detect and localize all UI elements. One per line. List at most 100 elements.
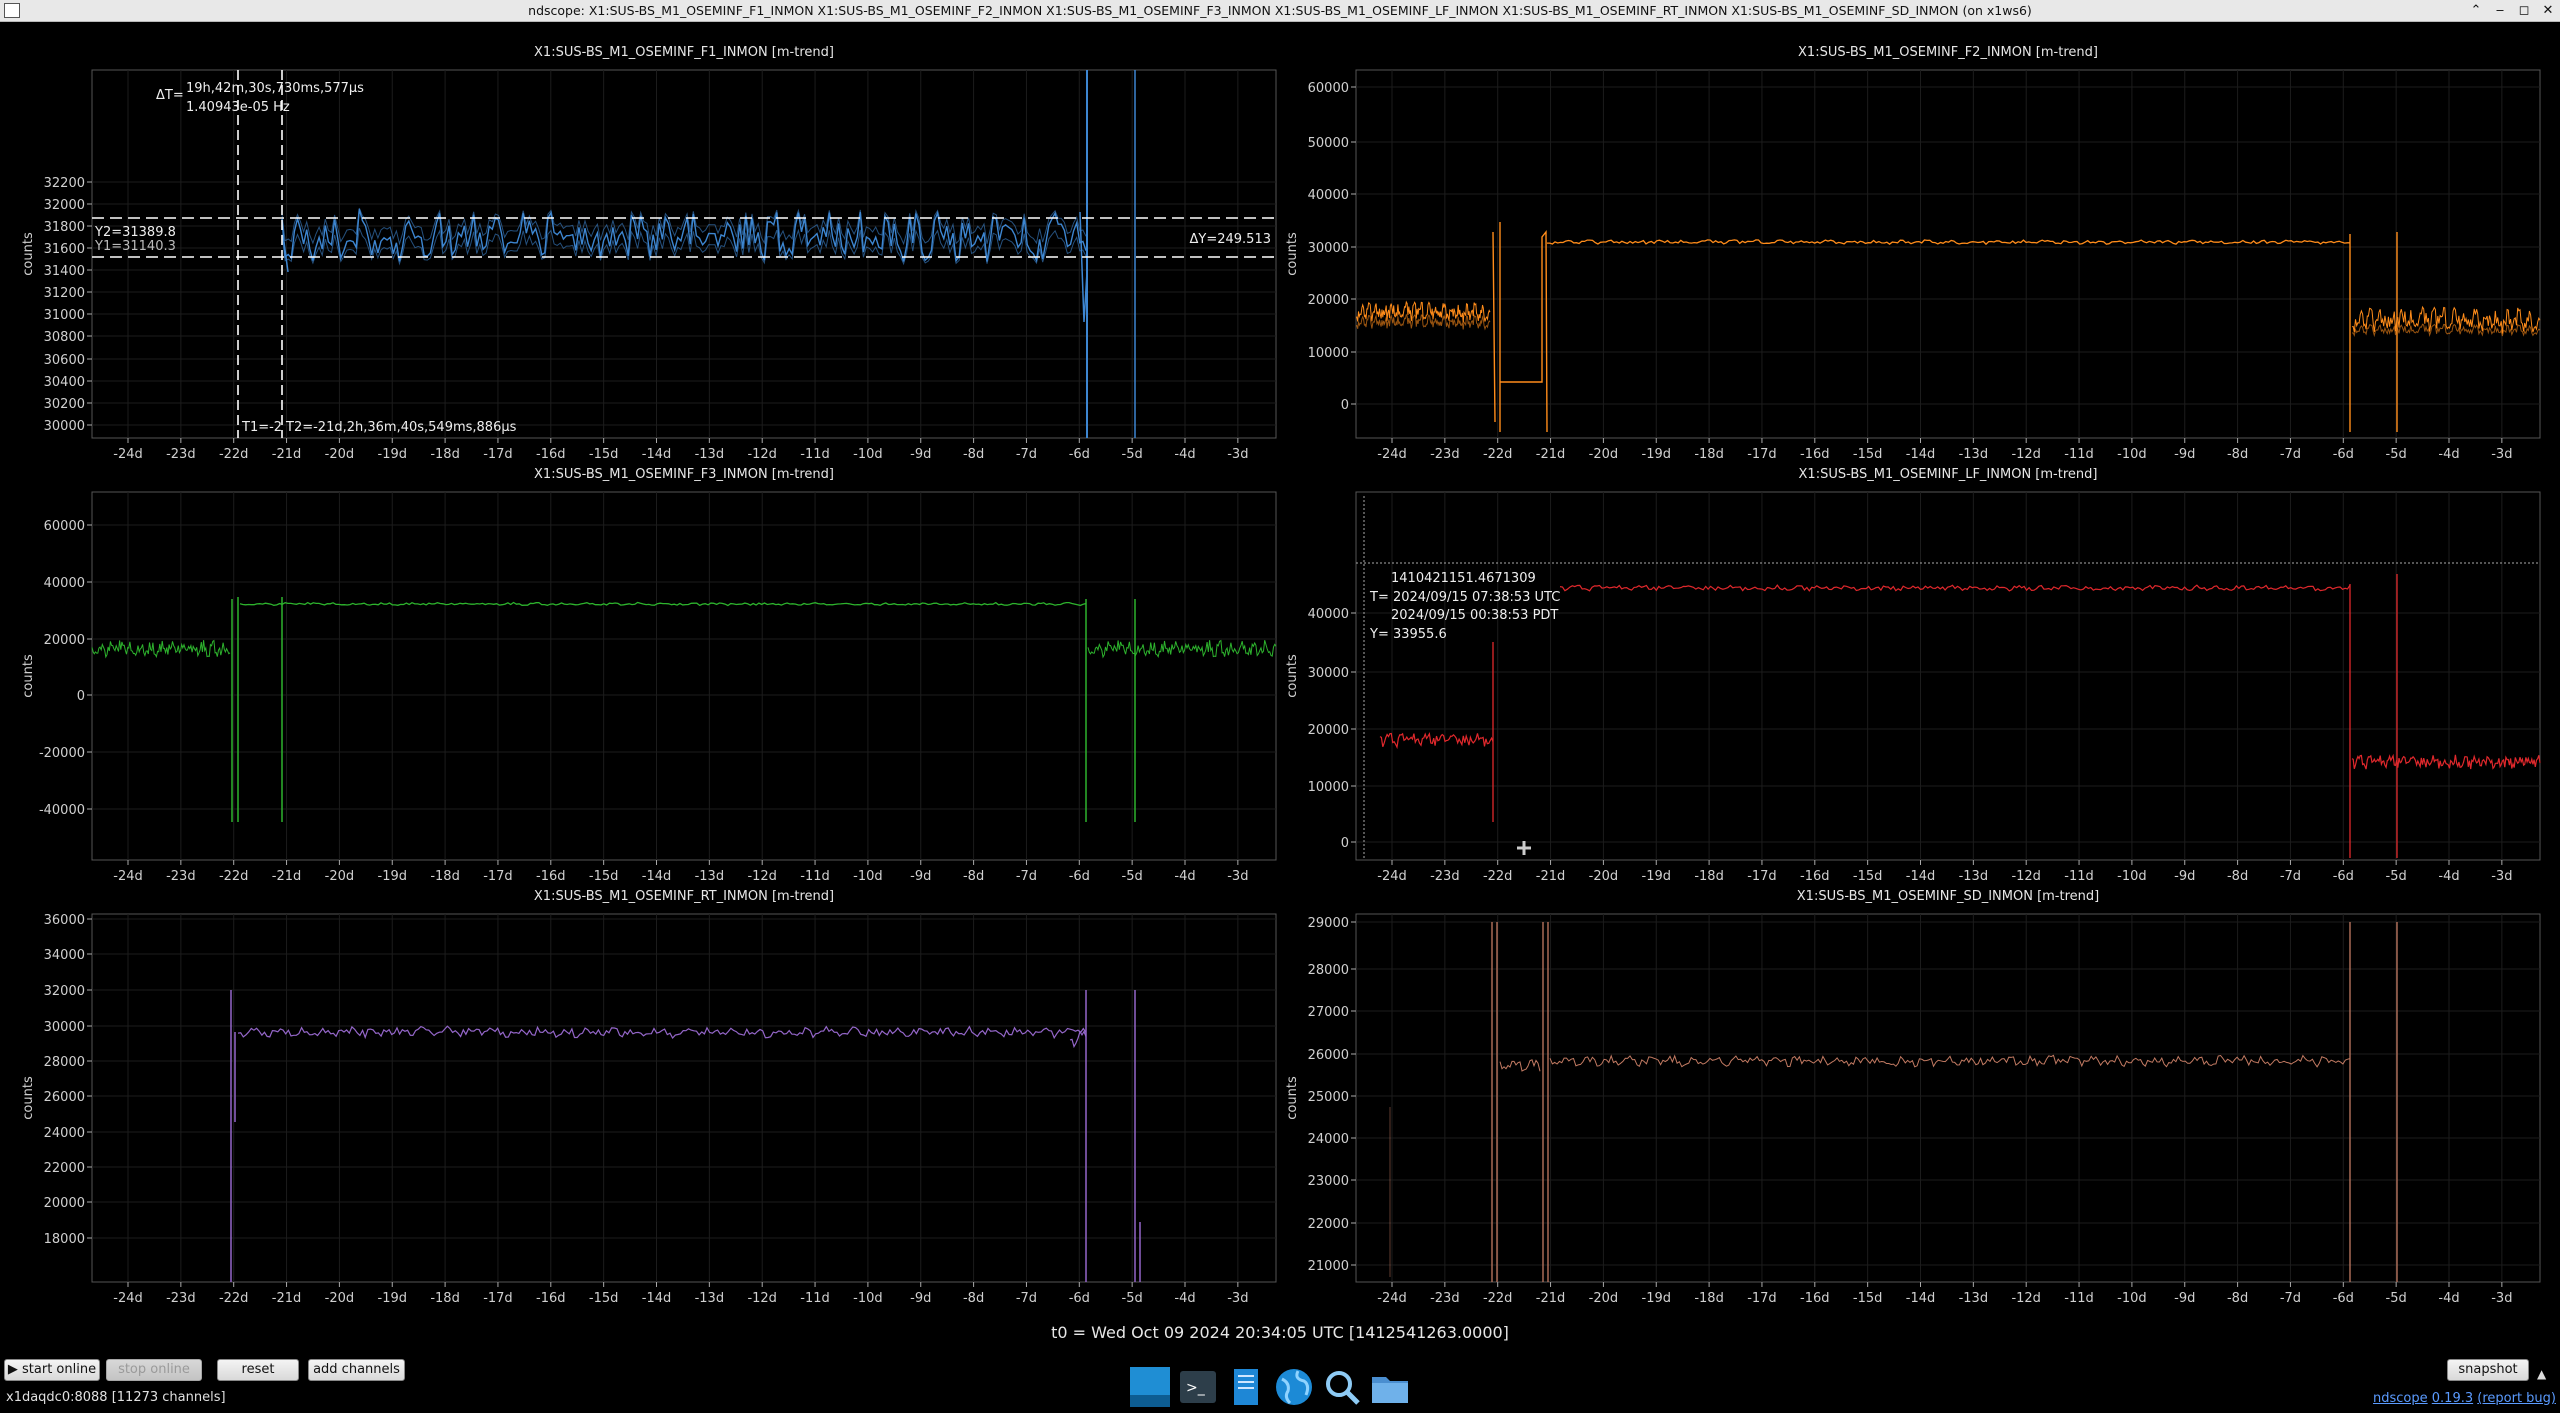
x-tick-label: -18d <box>1694 869 1724 884</box>
y-tick-label: 60000 <box>44 519 85 534</box>
x-tick-label: -3d <box>1227 1291 1248 1306</box>
plot-panel-2[interactable]: -24d -23d -22d -21d -20d -19d -18d -17d -16d -15d… <box>21 467 1277 884</box>
y-tick-label: 30000 <box>44 1020 85 1035</box>
plot-frame <box>91 69 1277 439</box>
x-tick-label: -24d <box>113 1291 143 1306</box>
x-tick-label: -22d <box>219 1291 249 1306</box>
x-tick-label: -23d <box>166 869 196 884</box>
y-tick-label: 28000 <box>1308 963 1349 978</box>
x-tick-label: -15d <box>589 447 619 462</box>
snapshot-button[interactable]: snapshot <box>2447 1359 2529 1381</box>
x-tick-label: -24d <box>1377 1291 1407 1306</box>
x-tick-label: -21d <box>1536 447 1566 462</box>
x-tick-label: -8d <box>2227 869 2248 884</box>
close-button[interactable]: ✕ <box>2538 0 2558 21</box>
x-tick-label: -6d <box>1069 1291 1090 1306</box>
expand-panel-icon[interactable]: ▲ <box>2537 1367 2546 1381</box>
browser-globe-icon[interactable] <box>1272 1365 1316 1409</box>
x-tick-label: -11d <box>800 1291 830 1306</box>
x-tick-label: -16d <box>1800 1291 1830 1306</box>
plot-title: X1:SUS-BS_M1_OSEMINF_F1_INMON [m-trend] <box>534 45 834 60</box>
window-title: ndscope: X1:SUS-BS_M1_OSEMINF_F1_INMON X… <box>528 3 2032 18</box>
minimize-button[interactable]: ‒ <box>2490 0 2510 21</box>
x-tick-label: -4d <box>1174 1291 1195 1306</box>
y-tick-label: 30800 <box>44 330 85 345</box>
x-tick-label: -23d <box>166 1291 196 1306</box>
y-axis-label: counts <box>1285 232 1300 276</box>
folder-icon[interactable] <box>1368 1365 1412 1409</box>
x-tick-label: -18d <box>1694 447 1724 462</box>
x-tick-label: -8d <box>963 1291 984 1306</box>
x-tick-label: -17d <box>483 869 513 884</box>
plot-grid[interactable]: -24d -23d -22d -21d -20d -19d -18d -17d -16d -15d… <box>0 22 2560 1322</box>
report-bug-link[interactable]: (report bug) <box>2477 1391 2556 1406</box>
version-link[interactable]: 0.19.3 <box>2432 1391 2473 1406</box>
x-tick-label: -14d <box>1906 1291 1936 1306</box>
search-icon[interactable] <box>1320 1365 1364 1409</box>
x-tick-label: -13d <box>695 447 725 462</box>
x-tick-label: -19d <box>1642 1291 1672 1306</box>
terminal-icon[interactable]: >_ <box>1176 1365 1220 1409</box>
x-tick-label: -23d <box>1430 869 1460 884</box>
plot-panel-4[interactable]: -24d -23d -22d -21d -20d -19d -18d -17d -16d -15d… <box>21 889 1277 1306</box>
x-tick-label: -23d <box>1430 1291 1460 1306</box>
y-tick-label: 23000 <box>1308 1174 1349 1189</box>
x-tick-label: -13d <box>695 869 725 884</box>
plot-title: X1:SUS-BS_M1_OSEMINF_F2_INMON [m-trend] <box>1798 45 2098 60</box>
ndscope-link[interactable]: ndscope <box>2373 1391 2428 1406</box>
y-tick-label: 30000 <box>1308 666 1349 681</box>
x-tick-label: -17d <box>483 1291 513 1306</box>
x-tick-label: -13d <box>695 1291 725 1306</box>
x-tick-label: -21d <box>1536 1291 1566 1306</box>
y-tick-label: 32200 <box>44 176 85 191</box>
y-tick-label: -40000 <box>39 803 85 818</box>
y-axis-label: counts <box>21 1076 36 1120</box>
x-tick-label: -6d <box>1069 869 1090 884</box>
x-tick-label: -9d <box>910 447 931 462</box>
x-tick-label: -19d <box>1642 869 1672 884</box>
start-online-button[interactable]: ▶ start online <box>4 1359 100 1381</box>
y-tick-label: 24000 <box>1308 1132 1349 1147</box>
x-tick-label: -11d <box>800 447 830 462</box>
add-channels-button[interactable]: add channels <box>308 1359 405 1381</box>
x-tick-label: -7d <box>1016 869 1037 884</box>
x-tick-label: -4d <box>1174 447 1195 462</box>
maximize-button[interactable]: ◻ <box>2514 0 2534 21</box>
x-tick-label: -23d <box>166 447 196 462</box>
y-tick-label: 31600 <box>44 242 85 257</box>
x-tick-label: -17d <box>1747 869 1777 884</box>
x-tick-label: -20d <box>1589 869 1619 884</box>
x-tick-label: -12d <box>747 869 777 884</box>
reset-button[interactable]: reset <box>217 1359 299 1381</box>
y-tick-label: 32000 <box>44 198 85 213</box>
x-tick-label: -11d <box>2064 447 2094 462</box>
x-tick-label: -24d <box>113 869 143 884</box>
plot-panel-1[interactable]: -24d -23d -22d -21d -20d -19d -18d -17d -16d -15d… <box>1285 45 2541 462</box>
x-tick-label: -9d <box>2174 1291 2195 1306</box>
y-tick-label: 20000 <box>1308 293 1349 308</box>
x-tick-label: -15d <box>589 869 619 884</box>
x-tick-label: -19d <box>378 1291 408 1306</box>
plot-frame <box>1355 491 2541 861</box>
plot-title: X1:SUS-BS_M1_OSEMINF_RT_INMON [m-trend] <box>534 889 834 904</box>
x-tick-label: -24d <box>113 447 143 462</box>
stop-online-button[interactable]: stop online <box>106 1359 202 1381</box>
x-tick-label: -12d <box>2011 447 2041 462</box>
text-editor-icon[interactable] <box>1224 1365 1268 1409</box>
desktop-icon[interactable] <box>1128 1365 1172 1409</box>
cursor-t2-label: T2=-21d,2h,36m,40s,549ms,886µs <box>285 420 517 435</box>
y-tick-label: 20000 <box>1308 723 1349 738</box>
x-tick-label: -10d <box>853 447 883 462</box>
x-tick-label: -9d <box>2174 447 2195 462</box>
x-tick-label: -13d <box>1959 869 1989 884</box>
y-tick-label: 60000 <box>1308 81 1349 96</box>
shade-button[interactable]: ⌃ <box>2466 0 2486 21</box>
x-tick-label: -16d <box>536 869 566 884</box>
y-tick-label: 31400 <box>44 264 85 279</box>
plot-frame <box>1355 69 2541 439</box>
y-axis-label: counts <box>21 654 36 698</box>
plot-panel-5[interactable]: -24d -23d -22d -21d -20d -19d -18d -17d -16d -15d… <box>1285 889 2541 1306</box>
x-tick-label: -10d <box>2117 869 2147 884</box>
plot-panel-3[interactable]: -24d -23d -22d -21d -20d -19d -18d -17d -16d -15d… <box>1285 467 2541 884</box>
y-tick-label: 31200 <box>44 286 85 301</box>
